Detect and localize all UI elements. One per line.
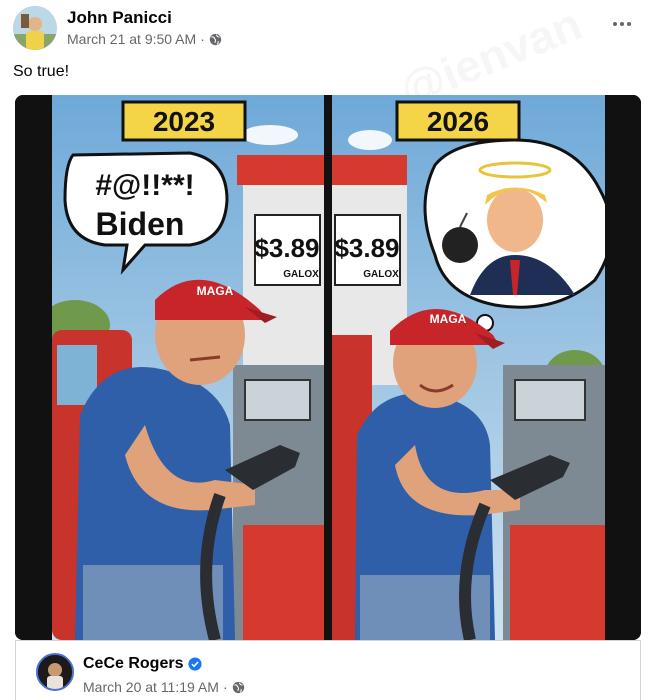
shared-post-header[interactable]: CeCe Rogers March 20 at 11:19 AM · — [15, 640, 641, 700]
right-price: $3.89 — [334, 233, 399, 263]
globe-icon[interactable] — [232, 681, 245, 694]
author-name[interactable]: John Panicci — [67, 8, 172, 28]
post-timestamp[interactable]: March 21 at 9:50 AM — [67, 31, 196, 47]
meme-comic: $3.89 GALOX 2023 #@!!**! Biden MAGA $3.8… — [15, 95, 641, 640]
post-meta: March 21 at 9:50 AM · — [67, 31, 222, 47]
avatar-image — [13, 6, 57, 50]
left-price: $3.89 — [254, 233, 319, 263]
right-panel: $3.89 GALOX 2026 MAGA — [332, 95, 613, 640]
shared-author-row: CeCe Rogers — [83, 655, 203, 673]
shared-meta-separator: · — [222, 679, 228, 695]
verified-badge-icon — [188, 657, 203, 671]
more-dot — [627, 22, 631, 26]
facebook-post: John Panicci March 21 at 9:50 AM · So tr… — [0, 0, 650, 700]
left-unit: GALOX — [283, 269, 319, 280]
more-options-button[interactable] — [604, 14, 640, 34]
shared-avatar-image — [38, 655, 72, 689]
speech-line-2: Biden — [96, 206, 185, 242]
shared-author-name[interactable]: CeCe Rogers — [83, 655, 183, 673]
right-year: 2026 — [427, 106, 489, 137]
left-panel: $3.89 GALOX 2023 #@!!**! Biden MAGA — [40, 95, 324, 640]
author-avatar[interactable] — [13, 6, 57, 50]
shared-timestamp[interactable]: March 20 at 11:19 AM — [83, 679, 219, 695]
more-dot — [613, 22, 617, 26]
meta-separator: · — [200, 31, 205, 47]
right-cap-text: MAGA — [430, 312, 467, 326]
right-unit: GALOX — [363, 269, 399, 280]
globe-icon[interactable] — [209, 33, 222, 46]
left-year: 2023 — [153, 106, 215, 137]
speech-line-1: #@!!**! — [95, 169, 194, 202]
shared-author-avatar[interactable] — [36, 653, 74, 691]
left-cap-text: MAGA — [197, 284, 234, 298]
more-dot — [620, 22, 624, 26]
post-image[interactable]: $3.89 GALOX 2023 #@!!**! Biden MAGA $3.8… — [15, 95, 641, 640]
shared-post-meta: March 20 at 11:19 AM · — [83, 679, 245, 695]
post-caption: So true! — [13, 63, 70, 80]
